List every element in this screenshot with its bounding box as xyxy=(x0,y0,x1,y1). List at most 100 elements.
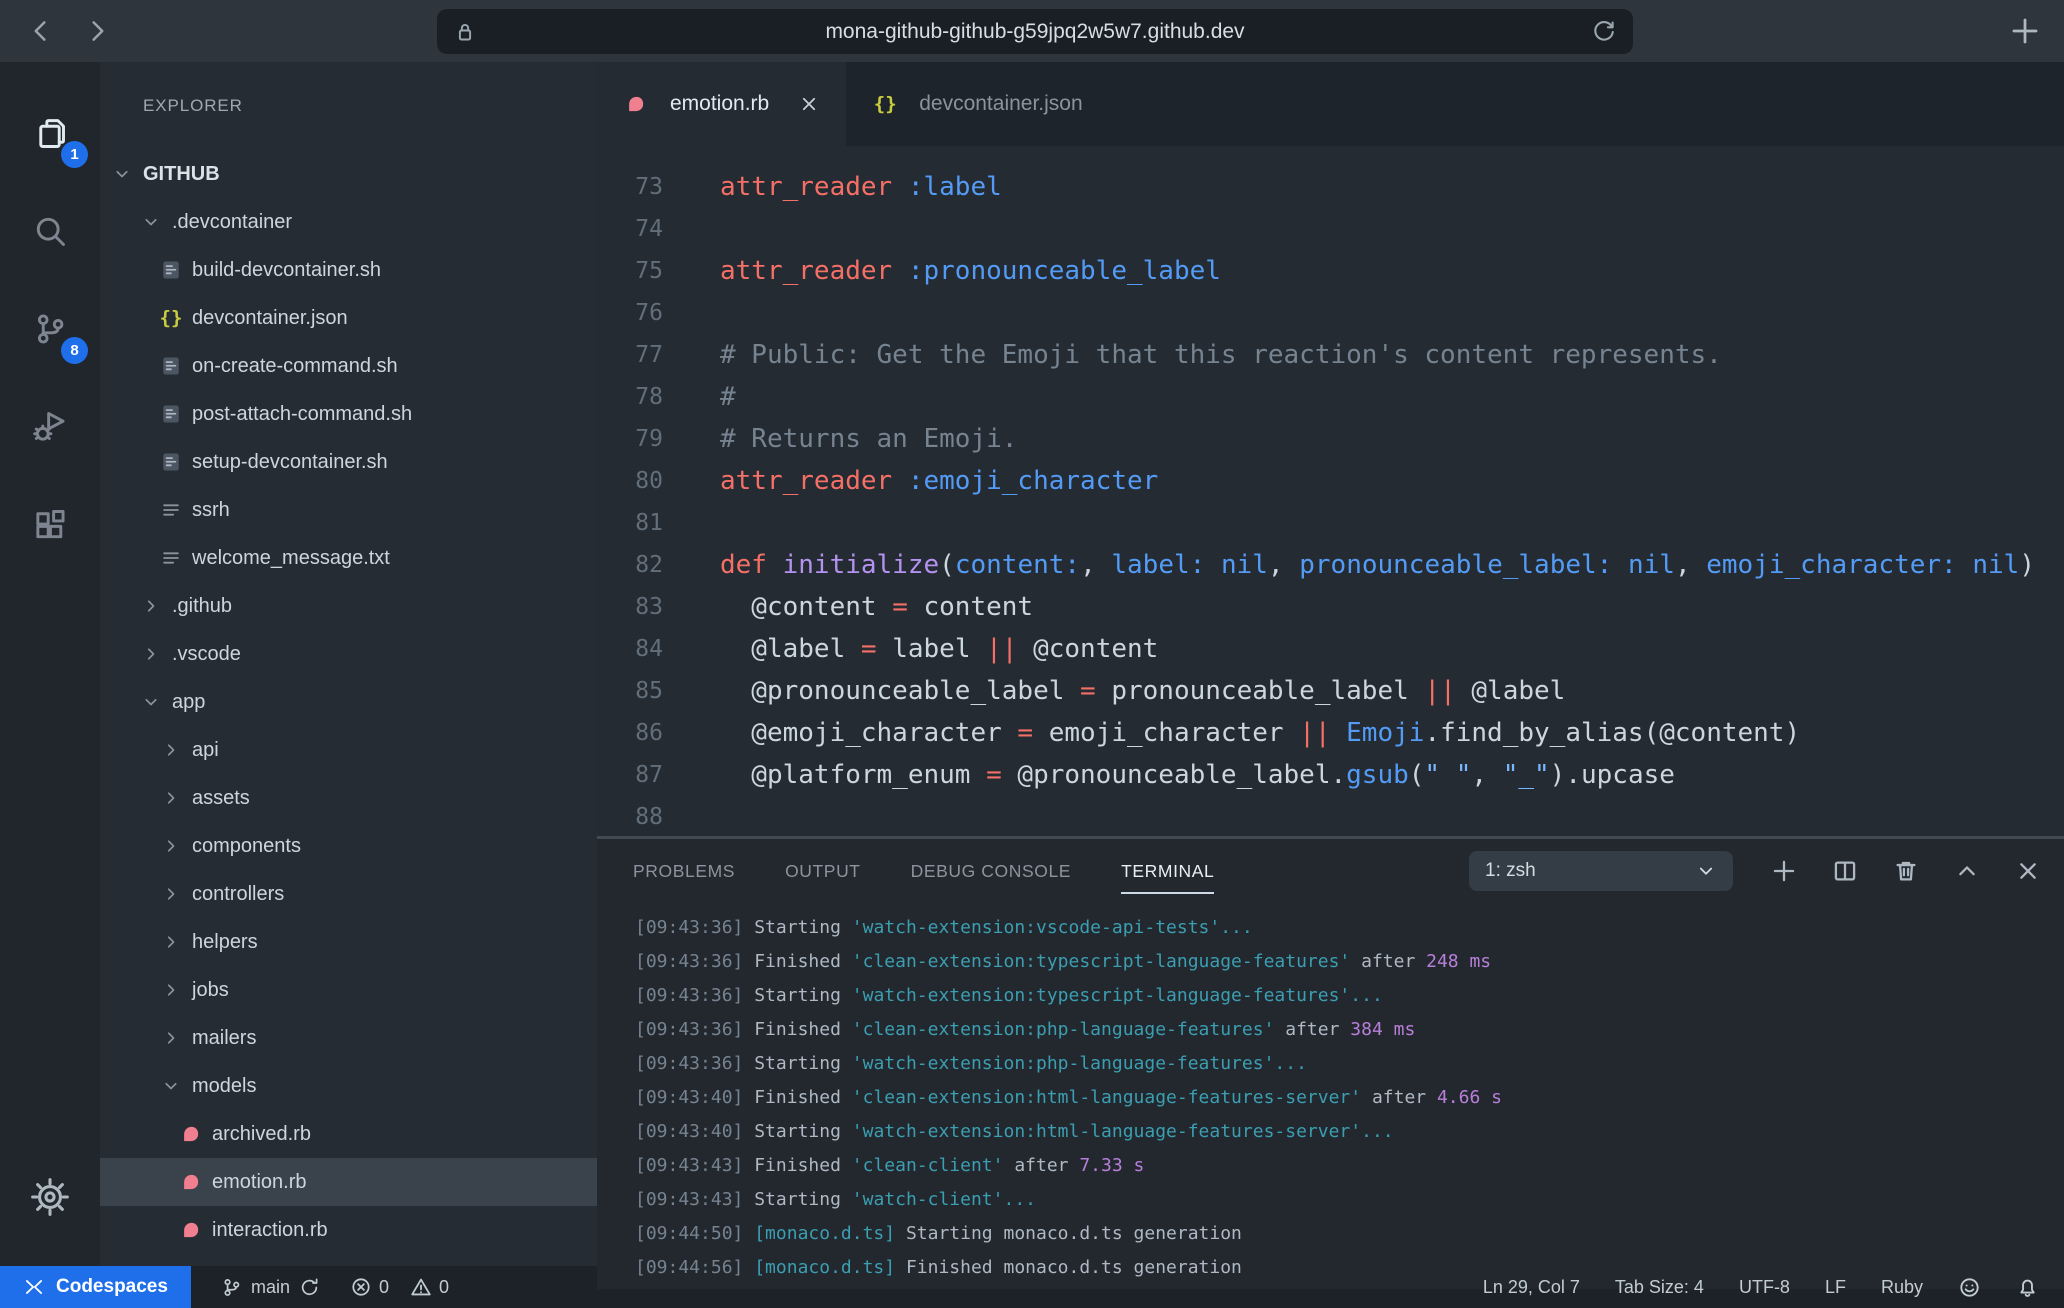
json-icon: {} xyxy=(158,307,184,329)
ruby-icon xyxy=(178,1219,204,1241)
code-text: attr_reader :pronounceable_label xyxy=(663,256,1221,286)
debug-icon xyxy=(32,409,68,445)
code-text: attr_reader :label xyxy=(663,172,1002,202)
chevron-right-icon xyxy=(158,740,184,760)
terminal-output[interactable]: [09:43:36] Starting 'watch-extension:vsc… xyxy=(597,903,2064,1289)
code-text: @label = label || @content xyxy=(663,634,1158,664)
code-text: @content = content xyxy=(663,592,1033,622)
tree-item-app[interactable]: app xyxy=(100,678,597,726)
chevron-right-icon xyxy=(158,788,184,808)
tree-item-github[interactable]: .github xyxy=(100,582,597,630)
line-number: 81 xyxy=(597,510,663,536)
tree-item-welcome-message-txt[interactable]: welcome_message.txt xyxy=(100,534,597,582)
tree-item-ssrh[interactable]: ssrh xyxy=(100,486,597,534)
terminal-line: [09:43:43] Finished 'clean-client' after… xyxy=(635,1149,2064,1183)
panel-tab-problems[interactable]: PROBLEMS xyxy=(633,839,735,903)
tree-item-jobs[interactable]: jobs xyxy=(100,966,597,1014)
tree-item-label: build-devcontainer.sh xyxy=(192,259,381,282)
tree-item-post-attach-command-sh[interactable]: post-attach-command.sh xyxy=(100,390,597,438)
chevron-down-icon xyxy=(158,1076,184,1096)
status-remote-label: Codespaces xyxy=(56,1276,168,1298)
bell-icon xyxy=(2016,1276,2039,1299)
bottom-panel: PROBLEMS OUTPUT DEBUG CONSOLE TERMINAL 1: z… xyxy=(597,836,2064,1289)
chevron-down-icon xyxy=(138,212,164,232)
maximize-panel-icon[interactable] xyxy=(1953,857,1981,885)
tree-item-vscode[interactable]: .vscode xyxy=(100,630,597,678)
tree-item-label: setup-devcontainer.sh xyxy=(192,451,388,474)
chevron-right-icon xyxy=(138,644,164,664)
ruby-icon xyxy=(623,93,649,115)
close-panel-icon[interactable] xyxy=(2014,857,2042,885)
browser-toolbar: mona-github-github-g59jpq2w5w7.github.de… xyxy=(0,0,2064,62)
tab-emotion-rb[interactable]: emotion.rb xyxy=(597,62,846,146)
terminal-line: [09:43:40] Starting 'watch-extension:htm… xyxy=(635,1115,2064,1149)
tree-item-controllers[interactable]: controllers xyxy=(100,870,597,918)
terminal-line: [09:43:40] Finished 'clean-extension:htm… xyxy=(635,1081,2064,1115)
code-line: 76 xyxy=(597,292,2064,334)
tree-item-github[interactable]: GITHUB xyxy=(100,150,597,198)
terminal-select[interactable]: 1: zsh xyxy=(1469,851,1733,891)
status-problems[interactable]: 00 xyxy=(350,1276,449,1298)
tree-item-devcontainer-json[interactable]: {}devcontainer.json xyxy=(100,294,597,342)
tree-item-helpers[interactable]: helpers xyxy=(100,918,597,966)
tree-item-on-create-command-sh[interactable]: on-create-command.sh xyxy=(100,342,597,390)
status-feedback[interactable] xyxy=(1958,1276,1981,1299)
status-eol[interactable]: LF xyxy=(1825,1277,1846,1298)
status-indentation[interactable]: Tab Size: 4 xyxy=(1615,1277,1704,1298)
code-text: # Public: Get the Emoji that this reacti… xyxy=(663,340,1722,370)
panel-tab-debug-console[interactable]: DEBUG CONSOLE xyxy=(911,839,1071,903)
tree-item-mailers[interactable]: mailers xyxy=(100,1014,597,1062)
kill-terminal-icon[interactable] xyxy=(1892,857,1920,885)
tree-item-build-devcontainer-sh[interactable]: build-devcontainer.sh xyxy=(100,246,597,294)
close-icon[interactable] xyxy=(798,93,820,115)
tree-item-models[interactable]: models xyxy=(100,1062,597,1110)
panel-tab-terminal[interactable]: TERMINAL xyxy=(1121,839,1214,903)
tree-item-archived-rb[interactable]: archived.rb xyxy=(100,1110,597,1158)
refresh-icon[interactable] xyxy=(1591,19,1617,45)
tree-item-devcontainer[interactable]: .devcontainer xyxy=(100,198,597,246)
activity-item-run-and-debug[interactable] xyxy=(0,378,100,476)
gear-icon xyxy=(31,1178,69,1216)
shfile-icon xyxy=(158,259,184,281)
tab-label: emotion.rb xyxy=(670,92,769,116)
tree-item-interaction-rb[interactable]: interaction.rb xyxy=(100,1206,597,1254)
tree-item-label: .github xyxy=(172,595,232,618)
tree-item-emotion-rb[interactable]: emotion.rb xyxy=(100,1158,597,1206)
tree-item-api[interactable]: api xyxy=(100,726,597,774)
status-language-mode[interactable]: Ruby xyxy=(1881,1277,1923,1298)
editor-area: emotion.rb {}devcontainer.json 73attr_rea… xyxy=(597,62,2064,1266)
code-text: attr_reader :emoji_character xyxy=(663,466,1158,496)
activity-item-explorer[interactable]: 1 xyxy=(0,84,100,182)
line-number: 82 xyxy=(597,552,663,578)
tree-item-assets[interactable]: assets xyxy=(100,774,597,822)
new-terminal-icon[interactable] xyxy=(1770,857,1798,885)
tree-item-components[interactable]: components xyxy=(100,822,597,870)
url-bar[interactable]: mona-github-github-g59jpq2w5w7.github.de… xyxy=(437,9,1633,54)
tree-item-label: helpers xyxy=(192,931,258,954)
code-text: # xyxy=(663,382,736,412)
status-cursor-position[interactable]: Ln 29, Col 7 xyxy=(1483,1277,1580,1298)
tree-item-setup-devcontainer-sh[interactable]: setup-devcontainer.sh xyxy=(100,438,597,486)
sync-icon[interactable] xyxy=(299,1277,320,1298)
activity-item-manage[interactable] xyxy=(0,1148,100,1246)
search-icon xyxy=(32,213,68,249)
activity-item-extensions[interactable] xyxy=(0,476,100,574)
tab-devcontainer-json[interactable]: {}devcontainer.json xyxy=(846,62,1108,146)
status-remote-indicator[interactable]: Codespaces xyxy=(0,1266,191,1308)
panel-tab-output[interactable]: OUTPUT xyxy=(785,839,861,903)
forward-icon[interactable] xyxy=(82,16,112,46)
status-encoding[interactable]: UTF-8 xyxy=(1739,1277,1790,1298)
activity-item-search[interactable] xyxy=(0,182,100,280)
tree-item-label: models xyxy=(192,1075,256,1098)
activity-item-source-control[interactable]: 8 xyxy=(0,280,100,378)
terminal-line: [09:43:36] Finished 'clean-extension:typ… xyxy=(635,945,2064,979)
status-branch[interactable]: main xyxy=(221,1277,320,1298)
line-number: 84 xyxy=(597,636,663,662)
status-notifications[interactable] xyxy=(2016,1276,2039,1299)
tree-item-label: api xyxy=(192,739,219,762)
split-terminal-icon[interactable] xyxy=(1831,857,1859,885)
code-editor[interactable]: 73attr_reader :label7475attr_reader :pro… xyxy=(597,146,2064,836)
back-icon[interactable] xyxy=(26,16,56,46)
new-tab-icon[interactable] xyxy=(2008,14,2042,48)
terminal-select-label: 1: zsh xyxy=(1485,860,1695,882)
